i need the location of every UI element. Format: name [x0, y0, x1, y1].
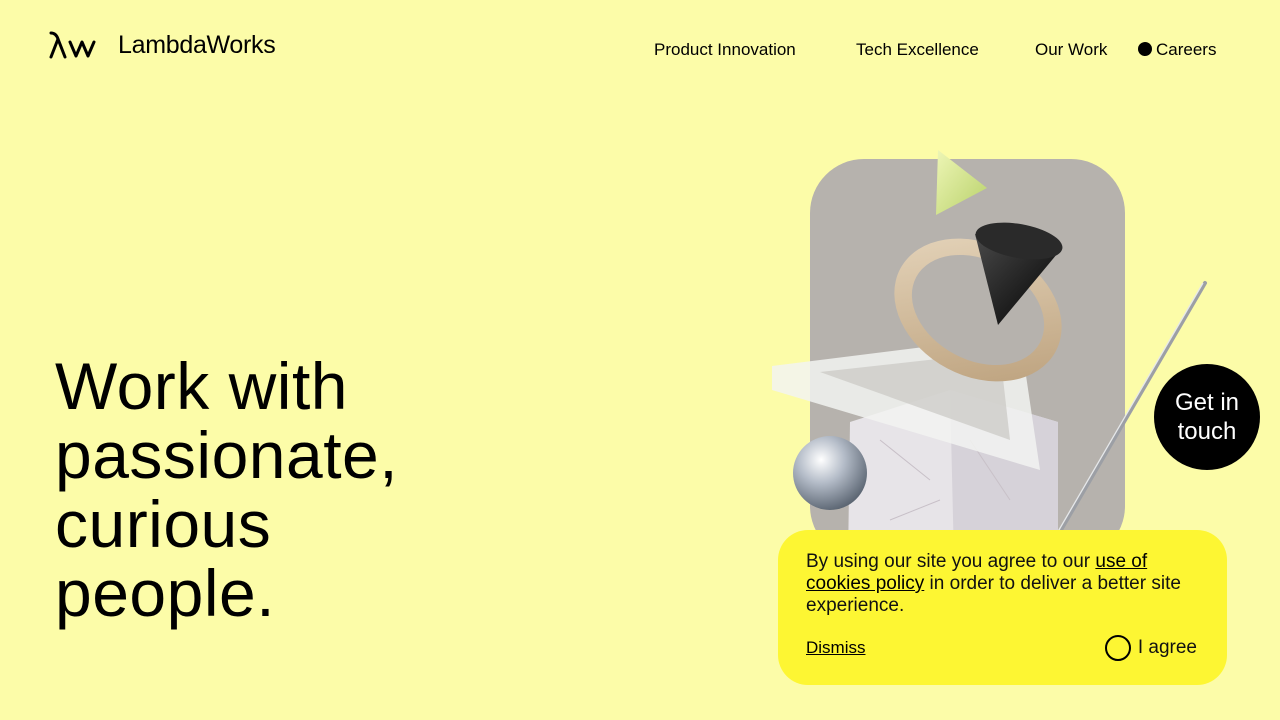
agree-circle-icon [1104, 635, 1131, 661]
cookie-message: By using our site you agree to our use o… [806, 551, 1199, 617]
nav-item-careers[interactable]: Careers [1138, 40, 1216, 60]
hero-headline: Work with passionate, curious people. [55, 352, 398, 628]
headline-line-4: people. [55, 556, 276, 630]
headline-line-2: passionate, [55, 418, 399, 492]
silver-sphere [793, 436, 867, 510]
main-navigation: Product Innovation Tech Excellence Our W… [654, 40, 1222, 62]
dismiss-button[interactable]: Dismiss [806, 638, 866, 658]
abstract-3d-shapes-illustration [740, 140, 1240, 560]
cookie-banner: By using our site you agree to our use o… [778, 530, 1227, 685]
nav-item-careers-label: Careers [1156, 40, 1217, 59]
get-in-touch-label: Get in touch [1174, 389, 1240, 445]
get-in-touch-button[interactable]: Get in touch [1154, 364, 1260, 470]
headline-line-1: Work with [55, 349, 348, 423]
active-indicator-dot-icon [1138, 42, 1152, 56]
lambda-w-logo-icon [49, 31, 96, 59]
cookie-actions: Dismiss I agree [806, 635, 1197, 661]
headline-line-3: curious [55, 487, 272, 561]
agree-label: I agree [1137, 637, 1197, 658]
nav-item-tech-excellence[interactable]: Tech Excellence [856, 40, 979, 60]
nav-item-our-work[interactable]: Our Work [1035, 40, 1107, 60]
brand-logo[interactable]: LambdaWorks [48, 30, 276, 60]
brand-name: LambdaWorks [118, 30, 276, 59]
nav-item-product-innovation[interactable]: Product Innovation [654, 40, 796, 60]
agree-button[interactable]: I agree [1104, 635, 1197, 661]
cookie-text-before: By using our site you agree to our [806, 551, 1096, 572]
